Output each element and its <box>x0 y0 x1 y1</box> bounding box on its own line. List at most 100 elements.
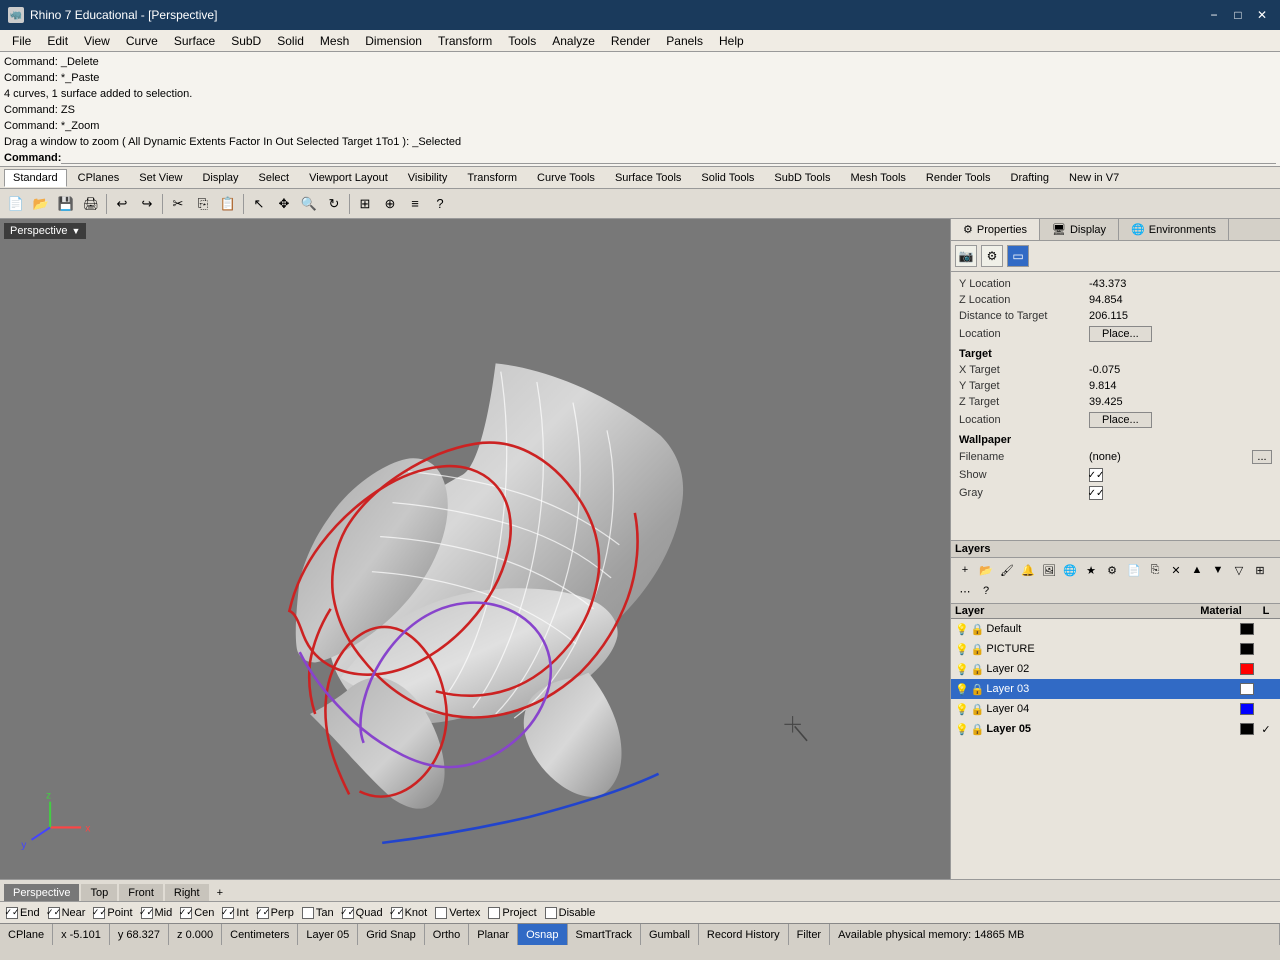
snap-perp-checkbox[interactable]: ✓ <box>257 907 269 919</box>
maximize-button[interactable]: □ <box>1228 5 1248 25</box>
tab-display[interactable]: 🖥 Display <box>1040 219 1119 240</box>
status-filter[interactable]: Filter <box>789 924 830 945</box>
viewport-tab-right[interactable]: Right <box>165 884 209 901</box>
toolbar-tab-surface-tools[interactable]: Surface Tools <box>606 169 690 187</box>
redo-icon[interactable]: ↪ <box>135 192 159 216</box>
layer-row-02[interactable]: 💡 🔒 Layer 02 <box>951 659 1280 679</box>
layer-help-icon[interactable]: ? <box>976 581 996 601</box>
snap-near-checkbox[interactable]: ✓ <box>48 907 60 919</box>
layer-add-icon[interactable]: + <box>955 560 975 580</box>
status-osnap[interactable]: Osnap <box>518 924 567 945</box>
paste-icon[interactable]: 📋 <box>216 192 240 216</box>
move-icon[interactable]: ✥ <box>272 192 296 216</box>
layer-row-picture[interactable]: 💡 🔒 PICTURE <box>951 639 1280 659</box>
gray-checkbox[interactable]: ✓ <box>1089 486 1103 500</box>
menu-panels[interactable]: Panels <box>658 32 711 50</box>
cut-icon[interactable]: ✂ <box>166 192 190 216</box>
print-icon[interactable]: 🖨 <box>79 192 103 216</box>
tab-environments[interactable]: 🌐 Environments <box>1119 219 1229 240</box>
menu-subd[interactable]: SubD <box>223 32 269 50</box>
save-icon[interactable]: 💾 <box>54 192 78 216</box>
rotate-icon[interactable]: ↻ <box>322 192 346 216</box>
camera-icon-tab[interactable]: 📷 <box>955 245 977 267</box>
layer-more-icon[interactable]: ⋯ <box>955 581 975 601</box>
snap-mid[interactable]: ✓ Mid <box>141 907 173 919</box>
menu-help[interactable]: Help <box>711 32 752 50</box>
status-planar[interactable]: Planar <box>469 924 518 945</box>
toolbar-tab-mesh-tools[interactable]: Mesh Tools <box>841 169 914 187</box>
select-icon[interactable]: ↖ <box>247 192 271 216</box>
layer-image-icon[interactable]: 🖼 <box>1039 560 1059 580</box>
snap-project-checkbox[interactable] <box>488 907 500 919</box>
layer-icon[interactable]: ≡ <box>403 192 427 216</box>
snap-quad-checkbox[interactable]: ✓ <box>342 907 354 919</box>
toolbar-tab-select[interactable]: Select <box>250 169 299 187</box>
add-viewport-button[interactable]: + <box>211 885 229 901</box>
snap-quad[interactable]: ✓ Quad <box>342 907 383 919</box>
filename-browse-button[interactable]: ... <box>1252 450 1272 464</box>
layer-settings-icon[interactable]: ⚙ <box>1102 560 1122 580</box>
new-icon[interactable]: 📄 <box>4 192 28 216</box>
toolbar-tab-visibility[interactable]: Visibility <box>399 169 457 187</box>
tab-properties[interactable]: ⚙ Properties <box>951 219 1040 240</box>
layer-row-default[interactable]: 💡 🔒 Default <box>951 619 1280 639</box>
menu-edit[interactable]: Edit <box>39 32 76 50</box>
layer-down-icon[interactable]: ▼ <box>1208 560 1228 580</box>
toolbar-tab-render-tools[interactable]: Render Tools <box>917 169 1000 187</box>
layer-delete-icon[interactable]: ✕ <box>1166 560 1186 580</box>
menu-mesh[interactable]: Mesh <box>312 32 357 50</box>
open-icon[interactable]: 📂 <box>29 192 53 216</box>
grid-icon[interactable]: ⊞ <box>353 192 377 216</box>
snap-tan-checkbox[interactable] <box>302 907 314 919</box>
menu-curve[interactable]: Curve <box>118 32 166 50</box>
snap-icon[interactable]: ⊕ <box>378 192 402 216</box>
undo-icon[interactable]: ↩ <box>110 192 134 216</box>
toolbar-tab-curve-tools[interactable]: Curve Tools <box>528 169 604 187</box>
layer-sort-icon[interactable]: ⊞ <box>1250 560 1270 580</box>
rect-icon-tab[interactable]: ▭ <box>1007 245 1029 267</box>
toolbar-tab-display[interactable]: Display <box>193 169 247 187</box>
status-record-history[interactable]: Record History <box>699 924 789 945</box>
layer-row-03[interactable]: 💡 🔒 Layer 03 <box>951 679 1280 699</box>
snap-end[interactable]: ✓ End <box>6 907 40 919</box>
menu-dimension[interactable]: Dimension <box>357 32 430 50</box>
menu-file[interactable]: File <box>4 32 39 50</box>
snap-point[interactable]: ✓ Point <box>93 907 132 919</box>
place-button[interactable]: Place... <box>1089 326 1152 342</box>
menu-analyze[interactable]: Analyze <box>544 32 603 50</box>
show-checkbox[interactable]: ✓ <box>1089 468 1103 482</box>
snap-disable-checkbox[interactable] <box>545 907 557 919</box>
snap-mid-checkbox[interactable]: ✓ <box>141 907 153 919</box>
viewport-tab-front[interactable]: Front <box>119 884 163 901</box>
toolbar-tab-cplanes[interactable]: CPlanes <box>69 169 129 187</box>
snap-int-checkbox[interactable]: ✓ <box>222 907 234 919</box>
toolbar-tab-new-in-v7[interactable]: New in V7 <box>1060 169 1128 187</box>
gear-icon-tab[interactable]: ⚙ <box>981 245 1003 267</box>
toolbar-tab-solid-tools[interactable]: Solid Tools <box>692 169 763 187</box>
toolbar-tab-set-view[interactable]: Set View <box>130 169 191 187</box>
status-smarttrack[interactable]: SmartTrack <box>568 924 641 945</box>
toolbar-tab-subd-tools[interactable]: SubD Tools <box>765 169 839 187</box>
snap-disable[interactable]: Disable <box>545 907 596 919</box>
help-icon[interactable]: ? <box>428 192 452 216</box>
menu-transform[interactable]: Transform <box>430 32 500 50</box>
snap-cen[interactable]: ✓ Cen <box>180 907 214 919</box>
copy-icon[interactable]: ⎘ <box>191 192 215 216</box>
menu-solid[interactable]: Solid <box>269 32 312 50</box>
snap-cen-checkbox[interactable]: ✓ <box>180 907 192 919</box>
layer-world-icon[interactable]: 🌐 <box>1060 560 1080 580</box>
toolbar-tab-viewport-layout[interactable]: Viewport Layout <box>300 169 397 187</box>
toolbar-tab-drafting[interactable]: Drafting <box>1002 169 1059 187</box>
toolbar-tab-standard[interactable]: Standard <box>4 169 67 187</box>
minimize-button[interactable]: − <box>1204 5 1224 25</box>
layer-row-04[interactable]: 💡 🔒 Layer 04 <box>951 699 1280 719</box>
snap-project[interactable]: Project <box>488 907 536 919</box>
menu-render[interactable]: Render <box>603 32 658 50</box>
viewport-tab-perspective[interactable]: Perspective <box>4 884 79 901</box>
snap-vertex-checkbox[interactable] <box>435 907 447 919</box>
layer-open-icon[interactable]: 📂 <box>976 560 996 580</box>
layer-up-icon[interactable]: ▲ <box>1187 560 1207 580</box>
snap-int[interactable]: ✓ Int <box>222 907 248 919</box>
status-gumball[interactable]: Gumball <box>641 924 699 945</box>
zoom-icon[interactable]: 🔍 <box>297 192 321 216</box>
